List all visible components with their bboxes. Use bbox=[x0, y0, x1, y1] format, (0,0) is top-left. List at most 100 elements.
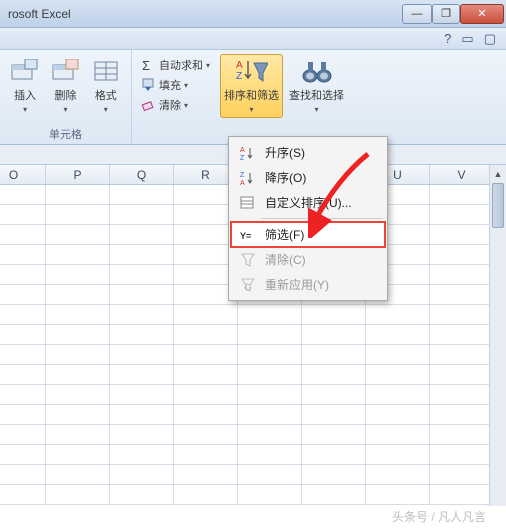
cell[interactable] bbox=[174, 325, 238, 344]
cell[interactable] bbox=[238, 305, 302, 324]
table-row[interactable] bbox=[0, 305, 506, 325]
ribbon-expand-icon[interactable]: ▢ bbox=[484, 31, 496, 47]
cell[interactable] bbox=[0, 225, 46, 244]
cell[interactable] bbox=[110, 445, 174, 464]
cell[interactable] bbox=[46, 445, 110, 464]
cell[interactable] bbox=[0, 465, 46, 484]
cell[interactable] bbox=[430, 345, 494, 364]
cell[interactable] bbox=[174, 445, 238, 464]
table-row[interactable] bbox=[0, 345, 506, 365]
cell[interactable] bbox=[110, 425, 174, 444]
cell[interactable] bbox=[0, 485, 46, 504]
insert-button[interactable]: 插入▾ bbox=[6, 54, 44, 118]
cell[interactable] bbox=[46, 305, 110, 324]
table-row[interactable] bbox=[0, 485, 506, 505]
cell[interactable] bbox=[46, 385, 110, 404]
table-row[interactable] bbox=[0, 425, 506, 445]
cell[interactable] bbox=[110, 325, 174, 344]
cell[interactable] bbox=[366, 345, 430, 364]
cell[interactable] bbox=[430, 465, 494, 484]
table-row[interactable] bbox=[0, 325, 506, 345]
cell[interactable] bbox=[0, 285, 46, 304]
cell[interactable] bbox=[46, 185, 110, 204]
cell[interactable] bbox=[430, 405, 494, 424]
col-header[interactable]: P bbox=[46, 165, 110, 184]
cell[interactable] bbox=[46, 405, 110, 424]
cell[interactable] bbox=[110, 185, 174, 204]
menu-sort-asc[interactable]: AZ 升序(S) bbox=[231, 140, 385, 165]
cell[interactable] bbox=[46, 285, 110, 304]
cell[interactable] bbox=[238, 485, 302, 504]
cell[interactable] bbox=[430, 305, 494, 324]
cell[interactable] bbox=[110, 225, 174, 244]
cell[interactable] bbox=[430, 245, 494, 264]
cell[interactable] bbox=[238, 465, 302, 484]
cell[interactable] bbox=[110, 485, 174, 504]
cell[interactable] bbox=[0, 305, 46, 324]
cell[interactable] bbox=[430, 265, 494, 284]
cell[interactable] bbox=[302, 345, 366, 364]
menu-sort-desc[interactable]: ZA 降序(O) bbox=[231, 165, 385, 190]
cell[interactable] bbox=[430, 185, 494, 204]
table-row[interactable] bbox=[0, 385, 506, 405]
cell[interactable] bbox=[0, 445, 46, 464]
cell[interactable] bbox=[174, 425, 238, 444]
cell[interactable] bbox=[46, 265, 110, 284]
col-header[interactable]: Q bbox=[110, 165, 174, 184]
fill-button[interactable]: 填充▾ bbox=[138, 76, 212, 94]
cell[interactable] bbox=[238, 365, 302, 384]
cell[interactable] bbox=[302, 365, 366, 384]
cell[interactable] bbox=[238, 405, 302, 424]
col-header[interactable]: V bbox=[430, 165, 494, 184]
cell[interactable] bbox=[174, 385, 238, 404]
cell[interactable] bbox=[366, 365, 430, 384]
cell[interactable] bbox=[110, 385, 174, 404]
cell[interactable] bbox=[46, 465, 110, 484]
cell[interactable] bbox=[302, 485, 366, 504]
menu-filter[interactable]: Y= 筛选(F) bbox=[231, 222, 385, 247]
clear-button[interactable]: 清除▾ bbox=[138, 96, 212, 114]
cell[interactable] bbox=[0, 405, 46, 424]
cell[interactable] bbox=[46, 485, 110, 504]
cell[interactable] bbox=[0, 205, 46, 224]
cell[interactable] bbox=[46, 425, 110, 444]
cell[interactable] bbox=[0, 425, 46, 444]
cell[interactable] bbox=[110, 265, 174, 284]
cell[interactable] bbox=[0, 185, 46, 204]
cell[interactable] bbox=[366, 485, 430, 504]
cell[interactable] bbox=[238, 325, 302, 344]
cell[interactable] bbox=[302, 465, 366, 484]
format-button[interactable]: 格式▾ bbox=[87, 54, 125, 118]
cell[interactable] bbox=[302, 405, 366, 424]
cell[interactable] bbox=[110, 465, 174, 484]
cell[interactable] bbox=[430, 425, 494, 444]
cell[interactable] bbox=[366, 425, 430, 444]
cell[interactable] bbox=[238, 425, 302, 444]
cell[interactable] bbox=[110, 365, 174, 384]
vertical-scrollbar[interactable]: ▲ bbox=[489, 165, 506, 506]
cell[interactable] bbox=[0, 325, 46, 344]
cell[interactable] bbox=[302, 305, 366, 324]
cell[interactable] bbox=[302, 325, 366, 344]
cell[interactable] bbox=[430, 225, 494, 244]
cell[interactable] bbox=[430, 385, 494, 404]
cell[interactable] bbox=[110, 245, 174, 264]
table-row[interactable] bbox=[0, 405, 506, 425]
cell[interactable] bbox=[0, 265, 46, 284]
cell[interactable] bbox=[366, 305, 430, 324]
cell[interactable] bbox=[46, 365, 110, 384]
cell[interactable] bbox=[110, 405, 174, 424]
table-row[interactable] bbox=[0, 365, 506, 385]
close-button[interactable]: ✕ bbox=[460, 4, 504, 24]
cell[interactable] bbox=[302, 445, 366, 464]
cell[interactable] bbox=[430, 365, 494, 384]
cell[interactable] bbox=[110, 285, 174, 304]
cell[interactable] bbox=[430, 485, 494, 504]
help-icon[interactable]: ? bbox=[444, 31, 451, 46]
cell[interactable] bbox=[430, 445, 494, 464]
menu-custom-sort[interactable]: 自定义排序(U)... bbox=[231, 190, 385, 215]
cell[interactable] bbox=[366, 405, 430, 424]
cell[interactable] bbox=[46, 205, 110, 224]
cell[interactable] bbox=[0, 245, 46, 264]
col-header[interactable]: O bbox=[0, 165, 46, 184]
